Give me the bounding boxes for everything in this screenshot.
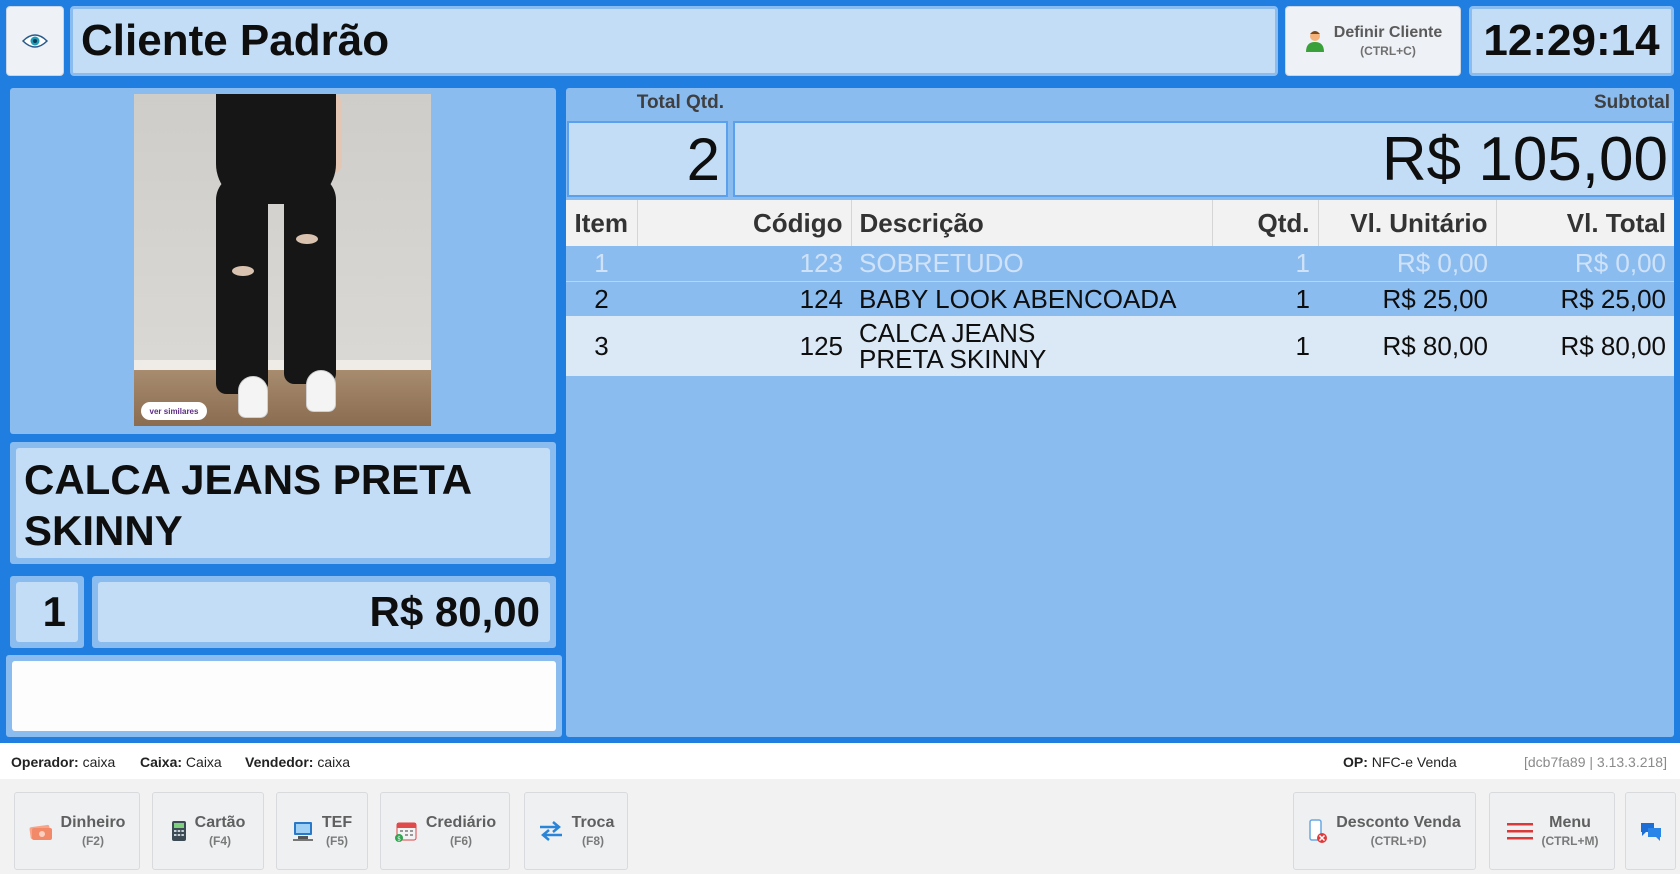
clock: 12:29:14 bbox=[1483, 16, 1660, 65]
discount-icon bbox=[1308, 818, 1328, 844]
exchange-button[interactable]: Troca (F8) bbox=[524, 792, 628, 870]
cell-qty: 1 bbox=[1212, 280, 1318, 316]
cash-payment-button[interactable]: Dinheiro (F2) bbox=[14, 792, 140, 870]
credit-payment-button[interactable]: $ Crediário (F6) bbox=[380, 792, 510, 870]
cell-code: 124 bbox=[637, 280, 851, 316]
product-price: R$ 80,00 bbox=[98, 582, 550, 642]
chat-button[interactable] bbox=[1625, 792, 1676, 870]
product-image: ver similares bbox=[134, 94, 431, 426]
cell-unit-price: R$ 80,00 bbox=[1318, 316, 1496, 376]
col-header-qty[interactable]: Qtd. bbox=[1212, 200, 1319, 246]
table-row[interactable]: 3 125 CALCA JEANS PRETA SKINNY 1 R$ 80,0… bbox=[566, 316, 1674, 376]
card-machine-icon bbox=[171, 820, 187, 842]
tef-payment-button[interactable]: TEF (F5) bbox=[276, 792, 368, 870]
table-header-row: Item Código Descrição Qtd. Vl. Unitário … bbox=[566, 200, 1674, 246]
cash-icon bbox=[29, 821, 53, 841]
col-header-unit-price[interactable]: Vl. Unitário bbox=[1318, 200, 1497, 246]
client-name: Cliente Padrão bbox=[81, 16, 390, 65]
status-bar: Operador: caixa Caixa: Caixa Vendedor: c… bbox=[0, 743, 1680, 779]
hamburger-menu-icon bbox=[1506, 821, 1534, 841]
cashier-status: Caixa: Caixa bbox=[140, 754, 222, 770]
cell-item: 3 bbox=[566, 316, 637, 376]
subtotal-label: Subtotal bbox=[1594, 92, 1670, 113]
cell-unit-price: R$ 25,00 bbox=[1318, 280, 1496, 316]
table-row[interactable]: 2 124 BABY LOOK ABENCOADA 1 R$ 25,00 R$ … bbox=[566, 280, 1674, 316]
col-header-item[interactable]: Item bbox=[566, 200, 638, 246]
cell-code: 123 bbox=[637, 246, 851, 281]
similar-products-button[interactable]: ver similares bbox=[141, 402, 207, 420]
total-qty-value: 2 bbox=[567, 121, 728, 197]
cell-description: SOBRETUDO bbox=[851, 246, 1212, 281]
total-qty-label: Total Qtd. bbox=[636, 92, 724, 113]
clock-field: 12:29:14 bbox=[1469, 6, 1674, 76]
cell-item: 1 bbox=[566, 246, 637, 281]
items-table: Item Código Descrição Qtd. Vl. Unitário … bbox=[566, 200, 1674, 376]
cell-description: BABY LOOK ABENCOADA bbox=[851, 280, 1212, 316]
define-client-label: Definir Cliente bbox=[1333, 24, 1443, 41]
col-header-description[interactable]: Descrição bbox=[851, 200, 1213, 246]
menu-button[interactable]: Menu (CTRL+M) bbox=[1489, 792, 1615, 870]
cell-qty: 1 bbox=[1212, 246, 1318, 281]
chat-icon bbox=[1639, 820, 1663, 842]
calendar-icon: $ bbox=[394, 819, 418, 843]
table-row[interactable]: 1 123 SOBRETUDO 1 R$ 0,00 R$ 0,00 bbox=[566, 246, 1674, 281]
subtotal-value: R$ 105,00 bbox=[733, 121, 1674, 197]
product-name: CALCA JEANS PRETA SKINNY bbox=[16, 448, 550, 558]
cell-item: 2 bbox=[566, 280, 637, 316]
cell-code: 125 bbox=[637, 316, 851, 376]
col-header-total[interactable]: Vl. Total bbox=[1496, 200, 1674, 246]
user-icon bbox=[1304, 29, 1326, 53]
cell-total: R$ 80,00 bbox=[1496, 316, 1674, 376]
tef-terminal-icon bbox=[292, 820, 314, 842]
cell-qty: 1 bbox=[1212, 316, 1318, 376]
client-name-field: Cliente Padrão bbox=[70, 6, 1278, 76]
define-client-button[interactable]: Definir Cliente (CTRL+C) bbox=[1285, 6, 1461, 76]
cell-description: CALCA JEANS PRETA SKINNY bbox=[851, 316, 1212, 376]
cell-total: R$ 0,00 bbox=[1496, 246, 1674, 281]
col-header-code[interactable]: Código bbox=[637, 200, 852, 246]
swap-arrows-icon bbox=[538, 820, 564, 842]
visibility-toggle-button[interactable] bbox=[6, 6, 64, 76]
barcode-input[interactable] bbox=[12, 661, 556, 731]
cell-unit-price: R$ 0,00 bbox=[1318, 246, 1496, 281]
cell-total: R$ 25,00 bbox=[1496, 280, 1674, 316]
pdv-app: Cliente Padrão Definir Cliente (CTRL+C) … bbox=[0, 0, 1680, 743]
svg-text:$: $ bbox=[397, 836, 401, 843]
operation-status: OP: NFC-e Venda bbox=[1343, 754, 1457, 770]
seller-status: Vendedor: caixa bbox=[245, 754, 351, 770]
operator-status: Operador: caixa bbox=[11, 754, 116, 770]
define-client-shortcut: (CTRL+C) bbox=[1360, 44, 1416, 58]
version-label: [dcb7fa89 | 3.13.3.218] bbox=[1524, 754, 1667, 770]
product-quantity: 1 bbox=[16, 582, 78, 642]
card-payment-button[interactable]: Cartão (F4) bbox=[152, 792, 264, 870]
eye-icon bbox=[22, 33, 48, 49]
sale-discount-button[interactable]: Desconto Venda (CTRL+D) bbox=[1293, 792, 1476, 870]
